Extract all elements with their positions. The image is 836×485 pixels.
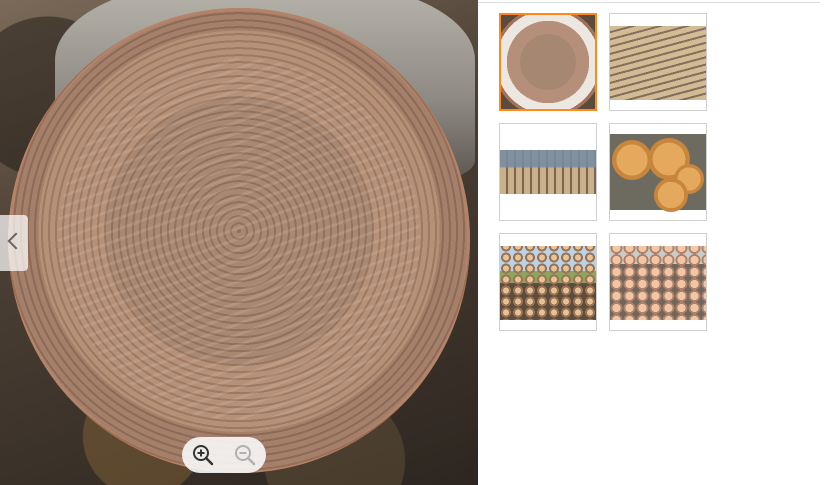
log-stack-sky-thumbnail <box>500 246 596 320</box>
thumbnail-1[interactable] <box>499 13 597 111</box>
log-pile-field-thumbnail <box>500 150 596 194</box>
thumbnail-6[interactable] <box>609 233 707 331</box>
zoom-controls <box>182 437 266 473</box>
log-cross-section-thumbnail <box>501 15 595 109</box>
main-image-viewer[interactable] <box>0 0 478 485</box>
zoom-in-button[interactable] <box>189 441 217 469</box>
thumbnail-2[interactable] <box>609 13 707 111</box>
top-divider <box>478 2 820 3</box>
zoom-in-icon <box>193 445 214 466</box>
previous-image-button[interactable] <box>0 215 28 271</box>
zoom-out-button[interactable] <box>231 441 259 469</box>
zoom-out-icon <box>235 445 256 466</box>
thumbnail-4[interactable] <box>609 123 707 221</box>
log-stack-ground-thumbnail <box>610 246 706 320</box>
thumbnail-5[interactable] <box>499 233 597 331</box>
long-logs-thumbnail <box>610 26 706 100</box>
saw-marks <box>58 58 420 420</box>
cut-log-rounds-thumbnail <box>610 134 706 212</box>
thumbnail-3[interactable] <box>499 123 597 221</box>
